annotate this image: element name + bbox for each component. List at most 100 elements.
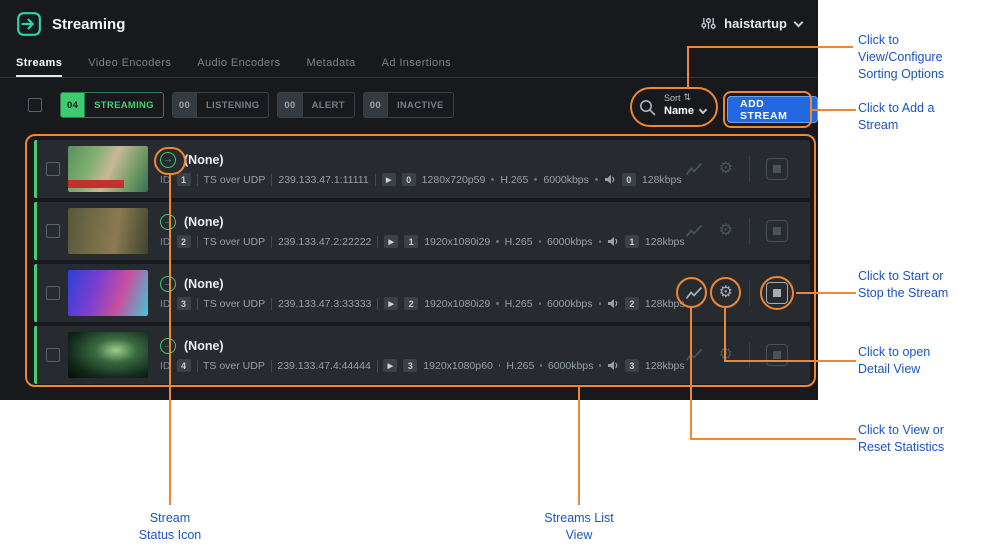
callout-sorting-options: Click to View/Configure Sorting Options — [858, 32, 962, 83]
connector-list-view — [578, 387, 580, 505]
streaming-status-bar — [34, 202, 37, 260]
page-title: Streaming — [52, 16, 125, 33]
address: 239.133.47.1:11111 — [278, 174, 368, 186]
row-checkbox[interactable] — [46, 348, 60, 362]
statistics-icon[interactable] — [685, 347, 703, 363]
stop-button[interactable] — [766, 344, 788, 366]
stream-status-icon: → — [160, 152, 176, 168]
filter-streaming[interactable]: 04 STREAMING — [60, 92, 164, 118]
stream-status-icon: → — [160, 338, 176, 354]
row-checkbox[interactable] — [46, 286, 60, 300]
row-actions: ⚙ — [685, 156, 810, 182]
row-checkbox[interactable] — [46, 224, 60, 238]
statistics-icon[interactable] — [685, 285, 703, 301]
stream-row[interactable]: → (None) ID 4 TS over UDP 239.133.47.4:4… — [34, 326, 810, 384]
resolution: 1280x720p59 — [422, 174, 486, 186]
tab-streams[interactable]: Streams — [16, 50, 62, 77]
filter-count: 00 — [278, 93, 302, 117]
address: 239.133.47.4:44444 — [277, 360, 370, 372]
callout-add-stream: Click to Add a Stream — [858, 100, 962, 134]
tab-metadata[interactable]: Metadata — [307, 50, 356, 77]
filter-listening[interactable]: 00 LISTENING — [172, 92, 270, 118]
gear-icon[interactable]: ⚙ — [719, 223, 733, 239]
stop-button[interactable] — [766, 220, 788, 242]
statistics-icon[interactable] — [685, 161, 703, 177]
tab-ad-insertions[interactable]: Ad Insertions — [382, 50, 451, 77]
video-bitrate: 6000kbps — [547, 236, 593, 248]
codec: H.265 — [500, 174, 528, 186]
user-menu[interactable]: haistartup — [701, 16, 802, 31]
id-badge: 1 — [177, 173, 191, 186]
sort-control[interactable]: Sort ⇅ Name — [664, 92, 706, 117]
sliders-icon — [701, 16, 716, 31]
audio-bitrate: 128kbps — [645, 360, 685, 372]
gear-icon[interactable]: ⚙ — [719, 347, 733, 363]
video-icon: ▶ — [382, 173, 396, 186]
stream-row[interactable]: → (None) ID 3 TS over UDP 239.133.47.3:3… — [34, 264, 810, 322]
protocol: TS over UDP — [203, 360, 265, 372]
id-badge: 2 — [177, 235, 191, 248]
stream-name: (None) — [184, 215, 224, 229]
video-icon: ▶ — [383, 359, 397, 372]
streaming-status-bar — [34, 140, 37, 198]
filter-count: 00 — [364, 93, 388, 117]
statistics-icon[interactable] — [685, 223, 703, 239]
divider — [375, 174, 376, 186]
tab-bar: Streams Video Encoders Audio Encoders Me… — [0, 50, 818, 78]
chevron-down-icon — [794, 17, 804, 27]
divider — [271, 174, 272, 186]
audio-bitrate: 128kbps — [645, 298, 685, 310]
search-icon[interactable] — [639, 99, 656, 121]
speaker-icon — [604, 174, 616, 185]
stream-row[interactable]: → (None) ID 1 TS over UDP 239.133.47.1:1… — [34, 140, 810, 198]
status-filter-bar: 04 STREAMING 00 LISTENING 00 ALERT 00 IN… — [60, 92, 454, 118]
id-label: ID — [160, 174, 171, 186]
separator-dot — [499, 364, 501, 367]
chevron-down-icon — [699, 105, 707, 113]
filter-count: 04 — [61, 93, 85, 117]
row-checkbox[interactable] — [46, 162, 60, 176]
sort-label: Sort — [664, 93, 681, 103]
divider — [197, 174, 198, 186]
stream-status-icon: → — [160, 276, 176, 292]
gear-icon[interactable]: ⚙ — [719, 161, 733, 177]
codec: H.265 — [505, 298, 533, 310]
divider — [377, 360, 378, 372]
divider — [197, 298, 198, 310]
resolution: 1920x1080i29 — [424, 298, 490, 310]
video-bitrate: 6000kbps — [548, 360, 594, 372]
add-stream-button[interactable]: ADD STREAM — [727, 96, 818, 123]
speaker-icon — [607, 298, 619, 309]
separator-dot — [599, 364, 601, 367]
stream-info: → (None) ID 3 TS over UDP 239.133.47.3:3… — [160, 276, 685, 310]
stream-info: → (None) ID 4 TS over UDP 239.133.47.4:4… — [160, 338, 685, 372]
tab-audio-encoders[interactable]: Audio Encoders — [197, 50, 280, 77]
video-icon: ▶ — [384, 297, 398, 310]
filter-alert[interactable]: 00 ALERT — [277, 92, 354, 118]
divider — [749, 280, 750, 306]
audio-badge: 3 — [625, 359, 639, 372]
callout-detail-view: Click to open Detail View — [858, 344, 962, 378]
stream-row[interactable]: → (None) ID 2 TS over UDP 239.133.47.2:2… — [34, 202, 810, 260]
select-all-checkbox[interactable] — [28, 98, 42, 112]
stream-name: (None) — [184, 339, 224, 353]
filter-inactive[interactable]: 00 INACTIVE — [363, 92, 454, 118]
id-badge: 3 — [177, 297, 191, 310]
resolution: 1920x1080p60 — [423, 360, 493, 372]
stop-button[interactable] — [766, 282, 788, 304]
divider — [197, 236, 198, 248]
user-name: haistartup — [724, 16, 787, 31]
separator-dot — [496, 240, 498, 243]
audio-bitrate: 128kbps — [642, 174, 682, 186]
tab-video-encoders[interactable]: Video Encoders — [88, 50, 171, 77]
stop-button[interactable] — [766, 158, 788, 180]
filter-count: 00 — [173, 93, 197, 117]
connector-add-stream — [812, 109, 856, 111]
divider — [377, 236, 378, 248]
separator-dot — [491, 178, 494, 181]
program-badge: 3 — [403, 359, 417, 372]
gear-icon[interactable]: ⚙ — [719, 285, 733, 301]
filter-label: STREAMING — [85, 93, 163, 117]
resolution: 1920x1080i29 — [424, 236, 490, 248]
id-label: ID — [160, 298, 171, 310]
